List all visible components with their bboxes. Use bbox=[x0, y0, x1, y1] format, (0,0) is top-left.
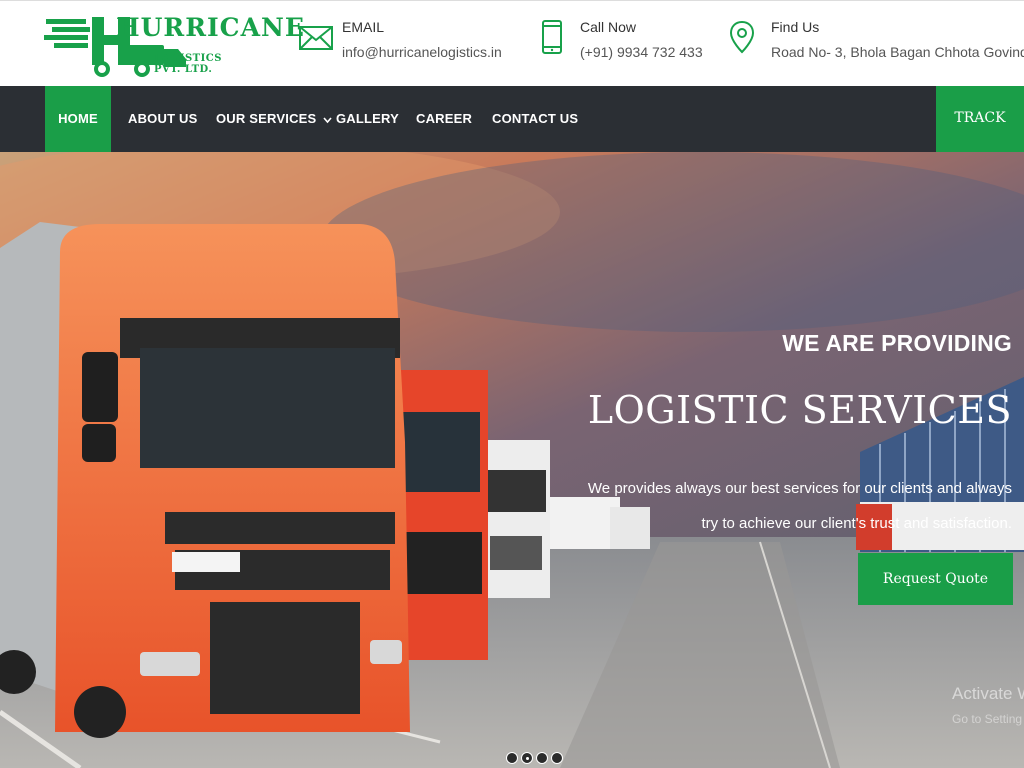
envelope-icon bbox=[299, 26, 333, 50]
hero-description-line1: We provides always our best services for… bbox=[587, 480, 1012, 497]
nav-gallery[interactable]: GALLERY bbox=[336, 86, 399, 152]
contact-address-label: Find Us bbox=[771, 19, 820, 35]
slider-dot-2[interactable] bbox=[521, 752, 533, 764]
nav-about-us[interactable]: ABOUT US bbox=[128, 86, 198, 152]
company-logo[interactable]: HURRICANE LOGISTICS PVT. LTD. bbox=[44, 11, 304, 77]
logo-subtitle: LOGISTICS PVT. LTD. bbox=[154, 53, 222, 75]
nav-home[interactable]: HOME bbox=[45, 86, 111, 152]
request-quote-button[interactable]: Request Quote bbox=[858, 553, 1013, 605]
nav-our-services[interactable]: OUR SERVICES bbox=[216, 86, 332, 152]
nav-career[interactable]: CAREER bbox=[416, 86, 472, 152]
chevron-down-icon bbox=[323, 117, 332, 123]
contact-phone-value[interactable]: (+91) 9934 732 433 bbox=[580, 44, 703, 60]
contact-phone: Call Now (+91) 9934 732 433 bbox=[534, 15, 714, 75]
top-header: HURRICANE LOGISTICS PVT. LTD. EMAIL info… bbox=[0, 0, 1024, 87]
contact-email-value[interactable]: info@hurricanelogistics.in bbox=[342, 44, 502, 60]
slider-dot-4[interactable] bbox=[551, 752, 563, 764]
contact-address-value: Road No- 3, Bhola Bagan Chhota Govindpur bbox=[771, 44, 1024, 60]
nav-our-services-label: OUR SERVICES bbox=[216, 111, 317, 126]
track-button[interactable]: TRACK bbox=[936, 86, 1024, 152]
contact-phone-label: Call Now bbox=[580, 19, 637, 35]
mobile-phone-icon bbox=[542, 20, 562, 54]
main-navigation: HOME ABOUT US OUR SERVICES GALLERY CAREE… bbox=[0, 86, 1024, 152]
contact-address: Find Us Road No- 3, Bhola Bagan Chhota G… bbox=[724, 15, 1024, 75]
hero-heading: LOGISTIC SERVICES bbox=[587, 388, 1012, 432]
hero-subheading: WE ARE PROVIDING bbox=[782, 330, 1012, 356]
contact-email-label: EMAIL bbox=[342, 19, 385, 35]
logo-wordmark: HURRICANE bbox=[116, 13, 305, 42]
hero-slider: WE ARE PROVIDING LOGISTIC SERVICES We pr… bbox=[0, 152, 1024, 768]
activation-watermark-subtitle: Go to Setting bbox=[952, 712, 1023, 726]
map-pin-icon bbox=[729, 20, 755, 54]
activation-watermark-title: Activate W bbox=[952, 684, 1024, 703]
contact-email: EMAIL info@hurricanelogistics.in bbox=[298, 15, 518, 75]
nav-contact-us[interactable]: CONTACT US bbox=[492, 86, 578, 152]
slider-dot-3[interactable] bbox=[536, 752, 548, 764]
slider-dot-1[interactable] bbox=[506, 752, 518, 764]
hero-description-line2: try to achieve our client's trust and sa… bbox=[701, 515, 1012, 532]
slider-pagination bbox=[506, 752, 566, 766]
trucks-hero-image bbox=[0, 152, 1024, 768]
